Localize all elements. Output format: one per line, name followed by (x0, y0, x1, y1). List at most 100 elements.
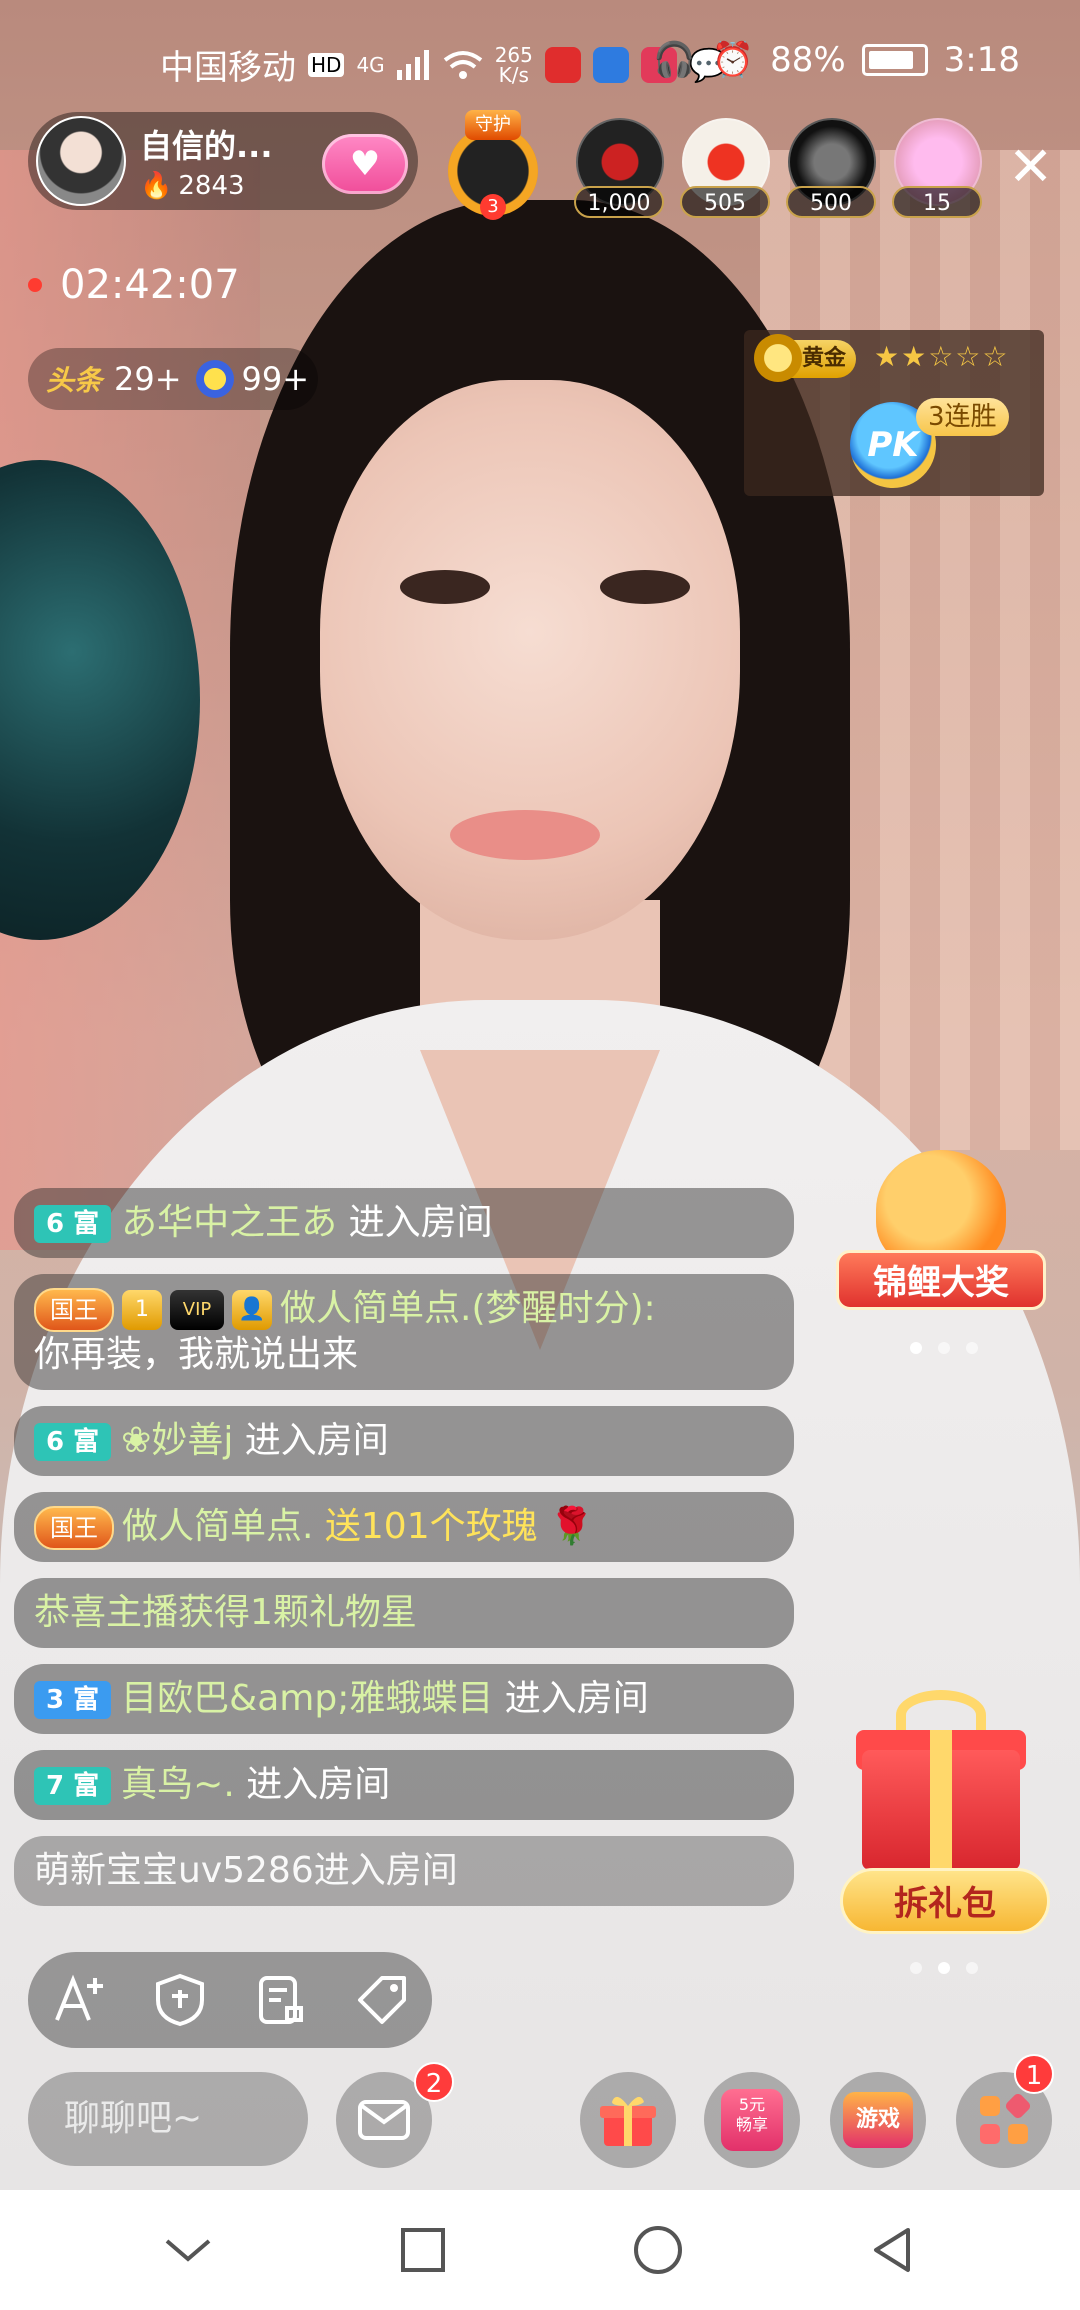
gift-ribbon (930, 1730, 952, 1870)
chat-message: 萌新宝宝uv5286进入房间 (14, 1836, 794, 1906)
chat-username[interactable]: ❀妙善j (121, 1420, 233, 1461)
lips (450, 810, 600, 860)
wealth-level-badge: 6 富 (34, 1423, 112, 1461)
wealth-level-badge: 6 富 (34, 1205, 112, 1243)
left-eye (400, 570, 490, 604)
hd-indicator: HD (308, 52, 345, 77)
chat-text: 进入房间 (337, 1202, 493, 1243)
king-badge: 国王 (34, 1288, 114, 1332)
headline-value: 29+ (114, 360, 182, 398)
heat-value: 2843 (178, 171, 245, 201)
nav-home-icon[interactable] (623, 2215, 693, 2285)
viewer-contribution: 500 (786, 186, 876, 218)
gift-page-dots (910, 1962, 978, 1974)
wealth-level-badge: 7 富 (34, 1767, 112, 1805)
pk-panel[interactable]: 黄金 ★★☆☆☆ PK 3连胜 (744, 330, 1044, 496)
chat-input[interactable]: 聊聊吧~ (28, 2072, 308, 2166)
alarm-icon: ⏰ (711, 40, 755, 80)
gift-box-icon[interactable] (856, 1690, 1026, 1870)
network-speed: 265 K/s (495, 45, 533, 85)
guard-level: 3 (480, 194, 506, 220)
signal-icon (396, 49, 429, 80)
gift-icon (600, 2096, 656, 2146)
rose-icon: 🌹 (549, 1506, 594, 1547)
nav-recents-icon[interactable] (388, 2215, 458, 2285)
star-icon (195, 360, 234, 398)
chat-message: 国王 做人简单点. 送101个玫瑰 🌹 (14, 1492, 794, 1562)
win-streak-badge: 3连胜 (916, 398, 1009, 436)
chat-username[interactable]: 做人简单点.(梦醒时分): (280, 1288, 656, 1329)
battery-percent: 88% (770, 40, 846, 80)
chat-text: 萌新宝宝uv5286进入房间 (34, 1850, 458, 1891)
rank-pill[interactable]: 头条 29+ 99+ (28, 348, 318, 410)
host-heat: 🔥 2843 (140, 171, 272, 201)
game-icon: 游戏 (843, 2092, 913, 2148)
chat-username[interactable]: 目欧巴&amp;雅蛾蝶目 (121, 1678, 493, 1719)
speed-unit: K/s (498, 62, 529, 87)
viewer-contribution: 505 (680, 186, 770, 218)
chat-message: 6 富あ华中之王あ 进入房间 (14, 1188, 794, 1258)
grid-more-icon (980, 2094, 1030, 2144)
guard-badge[interactable]: 守护 3 (440, 110, 546, 220)
top-viewer-2[interactable]: 505 (680, 118, 770, 218)
mail-badge: 2 (414, 2062, 454, 2102)
game-button[interactable]: 游戏 (830, 2072, 926, 2168)
close-icon[interactable]: ✕ (1008, 140, 1053, 194)
chat-text: 进入房间 (493, 1678, 649, 1719)
enjoy-icon: 5元 畅享 (721, 2089, 783, 2151)
viewer-contribution: 1,000 (574, 186, 664, 218)
status-bar: 中国移动 HD 4G 265 K/s 💬 🎧 ⏰ 88% 3:18 (0, 0, 1080, 120)
guard-label: 守护 (465, 110, 521, 140)
chat-username[interactable]: 做人简单点. (122, 1506, 313, 1547)
chat-message: 国王 1 VIP 👤 做人简单点.(梦醒时分): 你再装，我就说出来 (14, 1274, 794, 1390)
right-eye (600, 570, 690, 604)
speed-value: 265 (494, 42, 533, 67)
top-viewer-3[interactable]: 500 (786, 118, 876, 218)
chat-message: 3 富目欧巴&amp;雅蛾蝶目 进入房间 (14, 1664, 794, 1734)
wealth-level-badge: 3 富 (34, 1681, 112, 1719)
follow-button[interactable]: ♥ (322, 134, 408, 194)
star-value: 99+ (241, 360, 310, 398)
open-gift-button[interactable]: 拆礼包 (840, 1868, 1050, 1934)
carrier: 中国移动 (160, 48, 296, 88)
king-badge: 国王 (34, 1506, 114, 1550)
gold-emblem-icon (754, 334, 802, 382)
top-viewer-4[interactable]: 15 (892, 118, 982, 218)
top-viewer-1[interactable]: 1,000 (574, 118, 664, 218)
task-list-icon[interactable] (246, 1965, 316, 2035)
host-avatar[interactable] (36, 116, 126, 206)
wifi-icon (443, 50, 482, 79)
guard-shield-icon[interactable] (145, 1965, 215, 2035)
tool-bar (28, 1952, 432, 2048)
headphone-icon: 🎧 (653, 40, 696, 80)
timer-value: 02:42:07 (60, 262, 240, 308)
tag-icon[interactable] (347, 1965, 417, 2035)
rank-badge-icon: 1 (122, 1290, 162, 1330)
chat-text: 你再装，我就说出来 (34, 1334, 359, 1375)
clock: 3:18 (943, 40, 1020, 80)
vip-badge: VIP (170, 1290, 224, 1330)
font-size-icon[interactable] (44, 1965, 114, 2035)
network-type: 4G (356, 52, 385, 77)
chat-list[interactable]: 6 富あ华中之王あ 进入房间 国王 1 VIP 👤 做人简单点.(梦醒时分): 你再装，我… (14, 1188, 794, 1922)
koi-prize-banner[interactable]: 锦鲤大奖 (836, 1150, 1046, 1330)
chat-username[interactable]: あ华中之王あ (121, 1202, 337, 1243)
enjoy-label-text: 畅享 (735, 2115, 768, 2134)
flame-icon: 🔥 (140, 171, 173, 201)
battery-icon (861, 44, 928, 76)
guard-badge-icon: 👤 (232, 1290, 272, 1330)
heart-icon: ♥ (349, 144, 381, 184)
enjoy-button[interactable]: 5元 畅享 (704, 2072, 800, 2168)
nav-down-icon[interactable] (153, 2215, 223, 2285)
chat-username[interactable]: 真鸟~. (121, 1764, 235, 1805)
enjoy-label-price: 5元 (738, 2095, 766, 2114)
gift-button[interactable] (580, 2072, 676, 2168)
nav-back-icon[interactable] (858, 2215, 928, 2285)
tier-stars: ★★☆☆☆ (874, 340, 1010, 373)
browser-app-icon (592, 46, 629, 83)
gift-text: 送101个玫瑰 (313, 1506, 538, 1547)
koi-page-dots (910, 1342, 978, 1354)
chat-text: 进入房间 (234, 1764, 391, 1805)
viewer-contribution: 15 (892, 186, 982, 218)
live-timer: 02:42:07 (28, 262, 240, 308)
